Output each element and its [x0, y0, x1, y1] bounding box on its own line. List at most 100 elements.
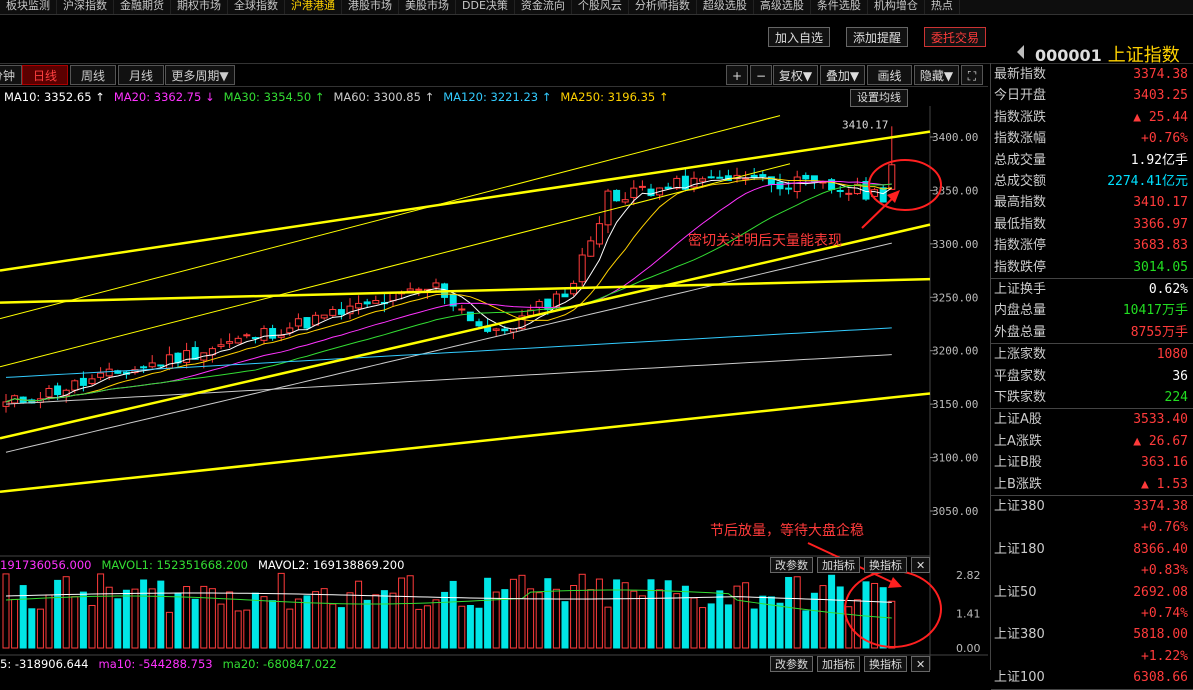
volume-bar	[269, 600, 277, 649]
quote-label: 内盘总量	[994, 303, 1047, 319]
quote-value: 0.62%	[1148, 282, 1188, 297]
volume-bar	[380, 590, 388, 649]
quote-row: +0.83%	[991, 560, 1193, 581]
volume-bar	[294, 598, 302, 649]
candle-body	[243, 334, 251, 337]
quote-value: +0.76%	[1141, 131, 1188, 147]
candle-body	[260, 328, 268, 341]
candle-body	[578, 254, 586, 283]
chart-tool-button[interactable]: 隐藏▼	[914, 65, 959, 85]
chart-tool-button[interactable]: 复权▼	[773, 65, 818, 85]
volume-bar	[217, 603, 225, 649]
menu-item[interactable]: 板块监测	[0, 0, 57, 14]
ma-legend-item: MA250: 3196.35 ↑	[560, 90, 669, 104]
menu-item[interactable]: 沪港港通	[285, 0, 342, 14]
menu-item[interactable]: 期权市场	[171, 0, 228, 14]
quote-label: 上证A股	[994, 412, 1042, 428]
volume-bar	[355, 580, 363, 649]
trend-line-thin	[0, 163, 791, 368]
quote-label: 上证180	[994, 541, 1045, 557]
volume-bar	[11, 598, 19, 649]
quote-row: 总成交量 1.92亿手	[991, 150, 1193, 171]
quote-value: 363.16	[1141, 455, 1188, 471]
add-watchlist-button[interactable]: 加入自选	[768, 27, 831, 47]
quote-label: 上证380	[994, 499, 1045, 514]
menu-item[interactable]: 分析师指数	[629, 0, 697, 14]
add-alert-button[interactable]: 添加提醒	[846, 27, 909, 47]
quote-value: ▲ 26.67	[1133, 433, 1188, 449]
volume-bar	[819, 585, 827, 649]
volume-legend-item: 191736056.000	[0, 558, 92, 572]
volume-bar	[363, 599, 371, 649]
menu-item[interactable]: 全球指数	[228, 0, 285, 14]
menu-item[interactable]: 个股风云	[572, 0, 629, 14]
menu-item[interactable]: 资金流向	[515, 0, 572, 14]
menu-item[interactable]: 金融期货	[114, 0, 171, 14]
top-menu-bar: 板块监测 沪深指数 金融期货 期权市场 全球指数 沪港港通 港股市场 美股市场 DDE决策 资金流…	[0, 0, 1193, 15]
volume-bar	[535, 592, 543, 649]
period-tab[interactable]: 更多周期▼	[165, 65, 235, 85]
period-tab[interactable]: 月线	[118, 65, 164, 85]
menu-item[interactable]: 机构增仓	[868, 0, 925, 14]
chart-tool-button[interactable]: +	[726, 65, 748, 85]
volume-bar	[802, 610, 810, 649]
quote-label: 最低指数	[994, 216, 1047, 232]
mavol2-line	[5, 592, 892, 603]
volume-bar	[630, 590, 638, 649]
chart-tool-button[interactable]: 画线	[867, 65, 912, 85]
y-tick-label: 3050.00	[932, 505, 978, 518]
menu-item[interactable]: 超级选股	[697, 0, 754, 14]
quote-label: 最高指数	[994, 195, 1047, 211]
change-param-button[interactable]: 改参数	[770, 557, 813, 573]
switch-indicator-button[interactable]: 换指标	[864, 557, 907, 573]
quote-label: 指数涨跌	[994, 109, 1047, 125]
chart-tool-button[interactable]: ⛶	[961, 65, 983, 85]
candle-body	[432, 282, 440, 288]
volume-bar	[458, 605, 466, 649]
period-tab[interactable]: 分钟	[0, 65, 22, 85]
menu-item[interactable]: 条件选股	[811, 0, 868, 14]
ma-legend-item: MA120: 3221.23 ↑	[443, 90, 552, 104]
menu-item[interactable]: 热点	[925, 0, 960, 14]
volume-bar	[148, 588, 156, 649]
menu-item[interactable]: 港股市场	[342, 0, 399, 14]
ma-legend: MA10: 3352.65 ↑ MA20: 3362.75 ↓ MA30: 3354…	[4, 90, 678, 104]
volume-bar	[862, 581, 870, 649]
candle-body	[750, 174, 758, 178]
trade-button[interactable]: 委托交易	[924, 27, 987, 47]
menu-item[interactable]: DDE决策	[456, 0, 515, 14]
volume-bar	[140, 579, 148, 649]
volume-bar	[79, 591, 87, 649]
volume-bar	[793, 576, 801, 649]
prev-stock-icon[interactable]	[1017, 45, 1024, 59]
period-tab[interactable]: 周线	[70, 65, 116, 85]
quote-label: 上B涨跌	[994, 476, 1042, 492]
menu-item[interactable]: 高级选股	[754, 0, 811, 14]
menu-item[interactable]: 沪深指数	[57, 0, 114, 14]
volume-bar	[88, 604, 96, 649]
candle-body	[79, 377, 87, 386]
candle-body	[105, 368, 113, 377]
quote-value: 1080	[1156, 347, 1188, 363]
kline-chart[interactable]: 3400.003350.003300.003250.003200.003150.…	[0, 106, 988, 670]
set-ma-button[interactable]: 设置均线	[850, 89, 908, 107]
quote-row: 上证A股 3533.40	[991, 409, 1193, 430]
period-tab[interactable]: 日线	[22, 65, 68, 85]
volume-bar	[742, 582, 750, 649]
volume-bar	[828, 574, 836, 649]
quote-value: +0.76%	[1141, 520, 1188, 536]
candle-body	[234, 337, 242, 344]
chart-tool-button[interactable]: −	[750, 65, 772, 85]
close-indicator-icon[interactable]: ✕	[911, 557, 931, 573]
volume-bar	[466, 605, 474, 649]
toolbar: 加入自选 添加提醒 委托交易 000001 上证指数	[0, 15, 1193, 66]
chart-tool-button[interactable]: 叠加▼	[820, 65, 865, 85]
menu-item[interactable]: 美股市场	[399, 0, 456, 14]
candle-body	[587, 240, 595, 257]
quote-value: 2274.41亿元	[1107, 174, 1188, 189]
add-indicator-button[interactable]: 加指标	[817, 557, 860, 573]
ma-legend-item: MA60: 3300.85 ↑	[333, 90, 435, 104]
quote-row: 外盘总量 8755万手	[991, 322, 1193, 343]
volume-bar	[750, 608, 758, 649]
y-tick-label: 3400.00	[932, 131, 978, 144]
